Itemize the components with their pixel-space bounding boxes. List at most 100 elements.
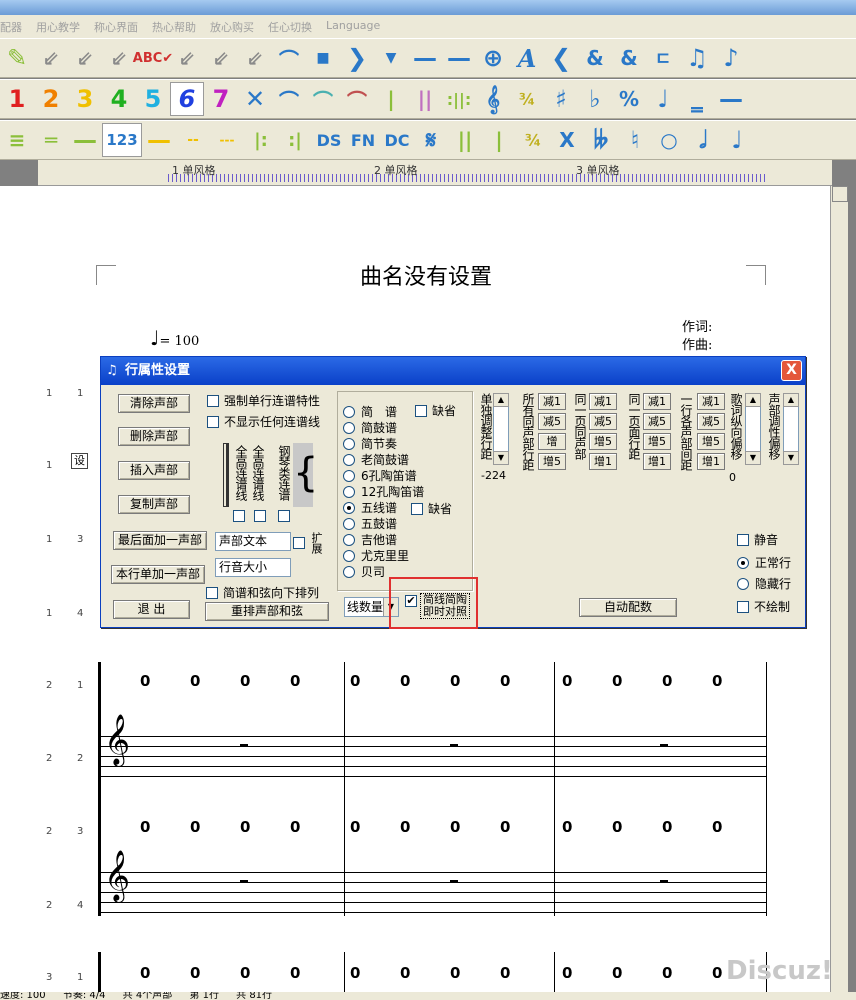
- add-row-voice-button[interactable]: 本行单加一声部: [111, 565, 205, 584]
- beamed-notes-icon[interactable]: ♫: [680, 41, 714, 75]
- close-button[interactable]: X: [781, 360, 802, 381]
- full-high-tie-checkbox-2[interactable]: [254, 510, 266, 522]
- page-row-inc5-button[interactable]: 增5: [643, 433, 671, 450]
- notation-option[interactable]: 6孔陶笛谱: [343, 467, 417, 484]
- arrow-icon[interactable]: ⇙: [204, 41, 238, 75]
- note-4-button[interactable]: 4: [102, 82, 136, 116]
- hide-ties-checkbox[interactable]: 不显示任何连谱线: [207, 413, 320, 430]
- menu-item-help[interactable]: 热心帮助: [152, 19, 196, 35]
- tie-icon[interactable]: ⌒: [306, 82, 340, 116]
- note-digit[interactable]: 0: [190, 672, 200, 690]
- underline-icon[interactable]: ‗: [680, 82, 714, 116]
- note-digit[interactable]: 0: [350, 672, 360, 690]
- note-digit[interactable]: 0: [140, 672, 150, 690]
- row-voice-dec5-button[interactable]: 减5: [697, 413, 725, 430]
- bar-icon[interactable]: ||: [448, 123, 482, 157]
- row-voice-inc5-button[interactable]: 增5: [697, 433, 725, 450]
- menu-item-interface[interactable]: 称心界面: [94, 19, 138, 35]
- triangle-icon[interactable]: ▼: [374, 41, 408, 75]
- notation-option[interactable]: 五鼓谱: [343, 515, 397, 532]
- delete-voice-button[interactable]: 删除声部: [118, 427, 190, 446]
- page-voice-dec5-button[interactable]: 减5: [589, 413, 617, 430]
- default-checkbox-1[interactable]: 缺省: [415, 402, 456, 419]
- bar-icon[interactable]: |: [374, 82, 408, 116]
- note-digit[interactable]: 0: [612, 964, 622, 982]
- auto-config-button[interactable]: 自动配数: [579, 598, 677, 617]
- x-icon[interactable]: X: [550, 123, 584, 157]
- double-bar-icon[interactable]: ||: [408, 82, 442, 116]
- time-sig-icon[interactable]: ¾: [510, 82, 544, 116]
- voice-text-field[interactable]: 声部文本: [215, 532, 291, 551]
- force-single-row-checkbox[interactable]: 强制单行连谱特性: [207, 392, 320, 409]
- spin-up-icon[interactable]: ▲: [783, 393, 799, 407]
- note-digit[interactable]: 0: [562, 672, 572, 690]
- menu-item-teaching[interactable]: 用心教学: [36, 19, 80, 35]
- whole-note-icon[interactable]: ○: [652, 123, 686, 157]
- double-arrow-icon[interactable]: ⇙: [34, 41, 68, 75]
- note-digit[interactable]: 0: [562, 964, 572, 982]
- fn-icon[interactable]: FN: [346, 123, 380, 157]
- page-voice-dec1-button[interactable]: 减1: [589, 393, 617, 410]
- percent-icon[interactable]: %: [612, 82, 646, 116]
- double-arrow-icon[interactable]: ⇙: [102, 41, 136, 75]
- menu-item-arrange[interactable]: 配器: [0, 19, 22, 35]
- abc-check-icon[interactable]: ABC✔: [133, 41, 173, 75]
- quarter-note-icon[interactable]: ♩: [646, 82, 680, 116]
- lyricist-label[interactable]: 作词:: [682, 316, 712, 335]
- copy-voice-button[interactable]: 复制声部: [118, 495, 190, 514]
- natural-icon[interactable]: ♮: [618, 123, 652, 157]
- page-voice-inc1-button[interactable]: 增1: [589, 453, 617, 470]
- vertical-scrollbar[interactable]: [830, 186, 848, 992]
- half-note-icon[interactable]: 𝅗𝅥: [686, 123, 720, 157]
- clear-voice-button[interactable]: 清除声部: [118, 394, 190, 413]
- dash-icon[interactable]: —: [408, 41, 442, 75]
- slur-icon[interactable]: ⌒: [272, 82, 306, 116]
- note-digit[interactable]: 0: [290, 672, 300, 690]
- chord-down-checkbox[interactable]: 简谱和弦向下排列: [206, 584, 319, 601]
- treble-clef-icon[interactable]: 𝄞: [476, 82, 510, 116]
- spin-down-icon[interactable]: ▼: [783, 451, 799, 465]
- notation-option[interactable]: 简鼓谱: [343, 419, 397, 436]
- tempo-mark[interactable]: ♩= 100: [150, 326, 199, 350]
- note-7-button[interactable]: 7: [204, 82, 238, 116]
- letter-a-icon[interactable]: A: [510, 41, 544, 75]
- flat-icon[interactable]: ♭: [578, 82, 612, 116]
- triple-line-icon[interactable]: ≡: [0, 123, 34, 157]
- spin-up-icon[interactable]: ▲: [493, 393, 509, 407]
- menu-item-language[interactable]: Language: [326, 19, 380, 35]
- menu-item-switch[interactable]: 任心切换: [268, 19, 312, 35]
- notation-option[interactable]: 简 谱: [343, 403, 397, 420]
- note-digit[interactable]: 0: [612, 672, 622, 690]
- full-high-tie-checkbox-1[interactable]: [233, 510, 245, 522]
- note-1-button[interactable]: 1: [0, 82, 34, 116]
- pen-icon[interactable]: ✎: [0, 41, 34, 75]
- composer-label[interactable]: 作曲:: [682, 334, 712, 353]
- note-digit[interactable]: 0: [190, 964, 200, 982]
- all-inc-button[interactable]: 增: [538, 433, 566, 450]
- spin-down-icon[interactable]: ▼: [745, 451, 761, 465]
- dash-icon[interactable]: —: [142, 123, 176, 157]
- page-voice-inc5-button[interactable]: 增5: [589, 433, 617, 450]
- note-2-button[interactable]: 2: [34, 82, 68, 116]
- menu-item-purchase[interactable]: 放心购买: [210, 19, 254, 35]
- note-digit[interactable]: 0: [350, 964, 360, 982]
- segno-icon[interactable]: 𝄋: [414, 123, 448, 157]
- all-dec5-button[interactable]: 减5: [538, 413, 566, 430]
- score-title[interactable]: 曲名没有设置: [38, 259, 814, 291]
- rearrange-voices-button[interactable]: 重排声部和弦: [205, 602, 329, 621]
- default-checkbox-2[interactable]: 缺省: [411, 500, 452, 517]
- add-last-voice-button[interactable]: 最后面加一声部: [113, 531, 207, 550]
- all-dec1-button[interactable]: 减1: [538, 393, 566, 410]
- note-digit[interactable]: 0: [400, 672, 410, 690]
- notation-option[interactable]: 吉他谱: [343, 531, 397, 548]
- piano-tie-checkbox[interactable]: [278, 510, 290, 522]
- note-digit[interactable]: 0: [712, 818, 722, 836]
- crosshair-icon[interactable]: ⊕: [476, 41, 510, 75]
- remove-voice-icon[interactable]: &: [612, 41, 646, 75]
- note-digit[interactable]: 0: [500, 672, 510, 690]
- note-digit[interactable]: 0: [140, 964, 150, 982]
- chevron-right-icon[interactable]: ❯: [340, 41, 374, 75]
- expand-checkbox[interactable]: 扩展: [293, 532, 323, 554]
- ds-icon[interactable]: DS: [312, 123, 346, 157]
- note-digit[interactable]: 0: [350, 818, 360, 836]
